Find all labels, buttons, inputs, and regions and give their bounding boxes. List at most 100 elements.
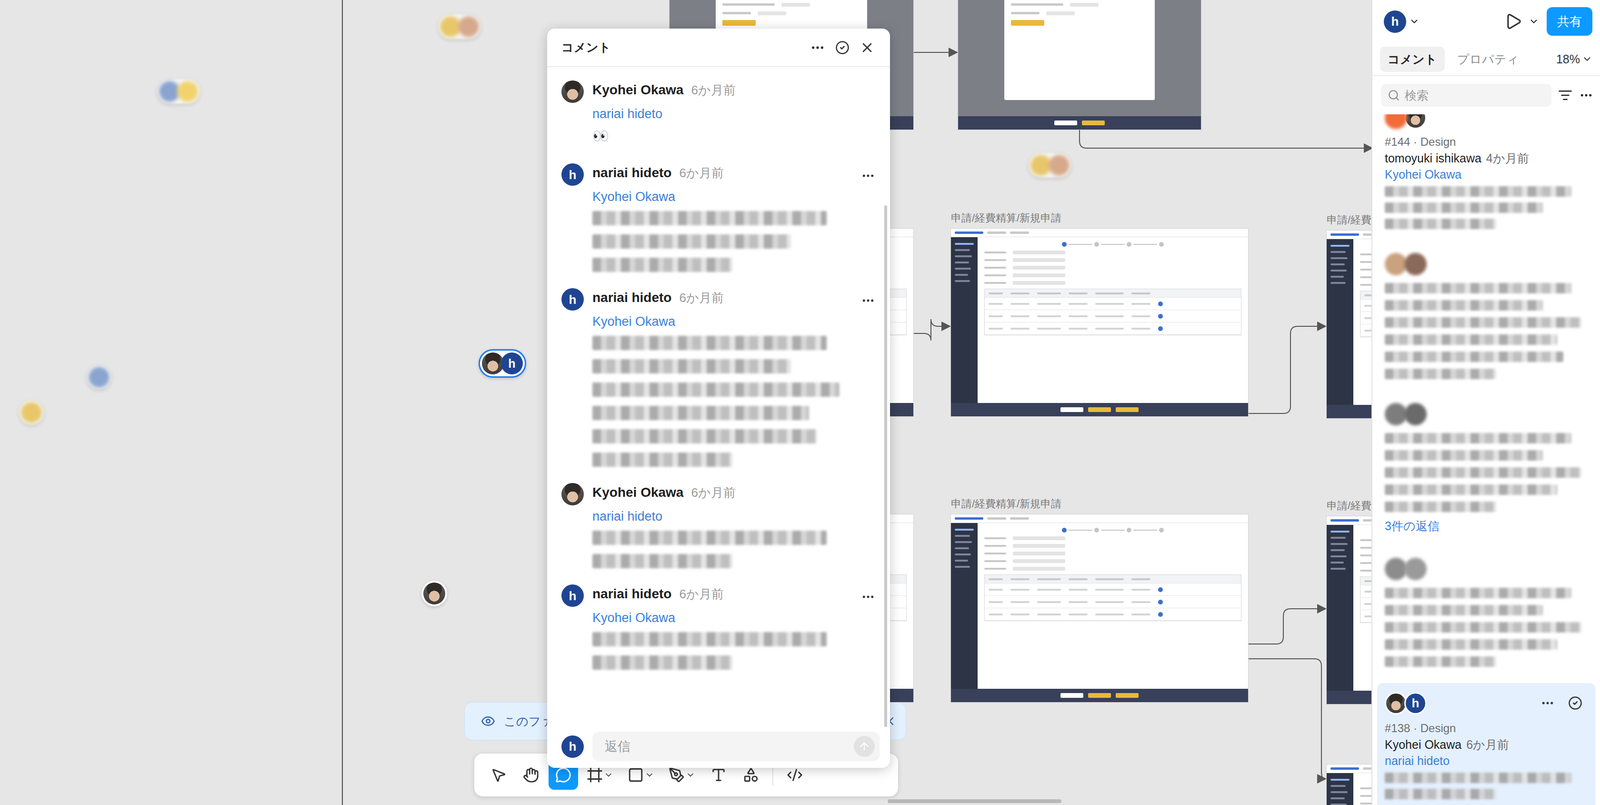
share-button[interactable]: 共有	[1546, 7, 1593, 36]
canvas-frame[interactable]: 申請/経費精算/新規申請	[950, 228, 1249, 417]
comment-mention[interactable]: nariai hideto	[592, 104, 848, 124]
comment-author: nariai hideto	[592, 165, 672, 181]
more-icon	[860, 168, 876, 183]
comment-pin[interactable]	[157, 79, 200, 104]
redacted-line	[1384, 432, 1572, 444]
comment-pin[interactable]	[421, 580, 448, 607]
resolve-button[interactable]	[830, 35, 855, 60]
redacted-line	[1384, 639, 1558, 650]
more-icon[interactable]	[1579, 88, 1594, 103]
avatar-redacted	[1384, 252, 1408, 276]
avatar: h	[500, 352, 523, 375]
comment-pin[interactable]	[86, 364, 112, 390]
replies-link[interactable]: 3件の返信	[1384, 517, 1588, 534]
comment-pin[interactable]	[19, 400, 44, 425]
tool-button[interactable]	[516, 760, 546, 790]
comment-thread[interactable]	[1377, 245, 1596, 390]
redacted-line	[1384, 351, 1564, 362]
avatar-redacted	[458, 16, 480, 38]
redacted-text	[592, 631, 848, 670]
redacted-text	[1384, 282, 1588, 380]
comment-menu-button[interactable]	[855, 288, 881, 313]
redacted-line	[1384, 501, 1497, 512]
connector-line	[913, 319, 950, 341]
popup-title: コメント	[561, 39, 806, 56]
text-icon	[710, 766, 727, 783]
redacted-line	[592, 234, 791, 249]
frame-label[interactable]: 申請/経費精算/新規申請	[950, 497, 1062, 511]
redacted-line	[592, 452, 733, 467]
frame-screen	[950, 228, 1249, 417]
resolve-button[interactable]	[1562, 690, 1588, 716]
comment-mention[interactable]: Kyohei Okawa	[592, 311, 848, 331]
close-button[interactable]	[854, 35, 880, 60]
thread-mention[interactable]: nariai hideto	[1384, 752, 1588, 769]
canvas-frame[interactable]	[1326, 764, 1372, 805]
thread-mention[interactable]: Kyohei Okawa	[1384, 166, 1588, 183]
comment-thread[interactable]: h#138 · DesignKyohei Okawa6か月前nariai hid…	[1377, 682, 1596, 805]
chevron-down-icon[interactable]	[603, 770, 614, 780]
canvas-frame[interactable]: 申請/経費精算/新規申請	[950, 514, 1249, 702]
frame-label[interactable]: 申請/経費	[1326, 499, 1372, 513]
assets-icon	[742, 766, 760, 783]
zoom-control[interactable]: 18%	[1556, 52, 1593, 67]
canvas-frame[interactable]: 申請/経費	[1326, 516, 1372, 704]
redacted-text	[592, 530, 848, 569]
tool-button[interactable]	[483, 760, 514, 790]
comment-menu-button[interactable]	[855, 584, 881, 610]
panel-tab[interactable]: コメント	[1380, 46, 1445, 72]
present-button[interactable]	[1500, 9, 1526, 34]
redacted-line	[592, 631, 827, 647]
reply-input[interactable]: 返信	[592, 731, 880, 761]
check-icon	[1568, 695, 1583, 710]
redacted-line	[592, 257, 733, 272]
search-input[interactable]: 検索	[1380, 83, 1552, 107]
comment-menu-button[interactable]	[855, 163, 881, 189]
send-button[interactable]	[853, 735, 875, 757]
redacted-line	[1384, 300, 1543, 311]
comment-mention[interactable]: Kyohei Okawa	[592, 187, 848, 207]
pen-icon	[668, 766, 685, 783]
redacted-text	[1384, 186, 1588, 230]
comment-thread[interactable]	[1377, 550, 1596, 678]
filter-icon[interactable]	[1558, 88, 1573, 103]
canvas-frame[interactable]	[958, 0, 1201, 130]
comment-pin[interactable]	[1028, 152, 1072, 178]
comment-time: 6か月前	[679, 289, 724, 307]
thread-menu-button[interactable]	[1535, 690, 1560, 716]
comment-author: Kyohei Okawa	[592, 484, 684, 500]
frame-screen	[1326, 764, 1372, 805]
chevron-down-icon[interactable]	[1409, 16, 1420, 27]
hand-icon	[522, 766, 540, 783]
frame-label[interactable]: 申請/経費	[1326, 213, 1372, 227]
popup-header: コメント	[547, 28, 890, 68]
horizontal-scrollbar[interactable]	[887, 799, 1062, 803]
comment-pin[interactable]: h	[478, 349, 527, 378]
comment-pin[interactable]	[438, 14, 481, 40]
redacted-line	[1384, 656, 1497, 667]
canvas-frame[interactable]: 申請/経費	[1326, 230, 1372, 419]
popup-menu-button[interactable]	[805, 35, 830, 60]
comment-thread[interactable]: 3件の返信	[1377, 395, 1596, 545]
frame-label[interactable]: 申請/経費精算/新規申請	[950, 211, 1062, 225]
search-row: 検索	[1372, 76, 1600, 115]
thread-avatars	[1384, 557, 1427, 580]
chevron-down-icon[interactable]	[644, 770, 655, 780]
comment-mention[interactable]: nariai hideto	[592, 506, 848, 526]
chevron-down-icon[interactable]	[685, 770, 696, 780]
canvas[interactable]: 申請/経費精算/新規申請申請/経費精算/新規申請申請/経費申請/経費このファhコ…	[0, 0, 1372, 805]
panel-tab[interactable]: プロパティ	[1449, 46, 1527, 72]
avatar: h	[1383, 10, 1407, 33]
connector-line	[1248, 608, 1325, 644]
redacted-line	[1384, 186, 1572, 197]
comment-mention[interactable]: Kyohei Okawa	[592, 608, 848, 628]
avatar-redacted	[1404, 557, 1427, 580]
scrollbar[interactable]	[884, 205, 888, 727]
eye-icon	[480, 713, 496, 729]
search-icon	[1387, 89, 1400, 102]
redacted-text	[592, 210, 848, 272]
thread-author: Kyohei Okawa	[1384, 736, 1462, 753]
chevron-down-icon[interactable]	[1528, 16, 1540, 27]
redacted-text	[1384, 772, 1588, 800]
comment-thread[interactable]: #144 · Designtomoyuki ishikawa4か月前Kyohei…	[1377, 114, 1596, 240]
